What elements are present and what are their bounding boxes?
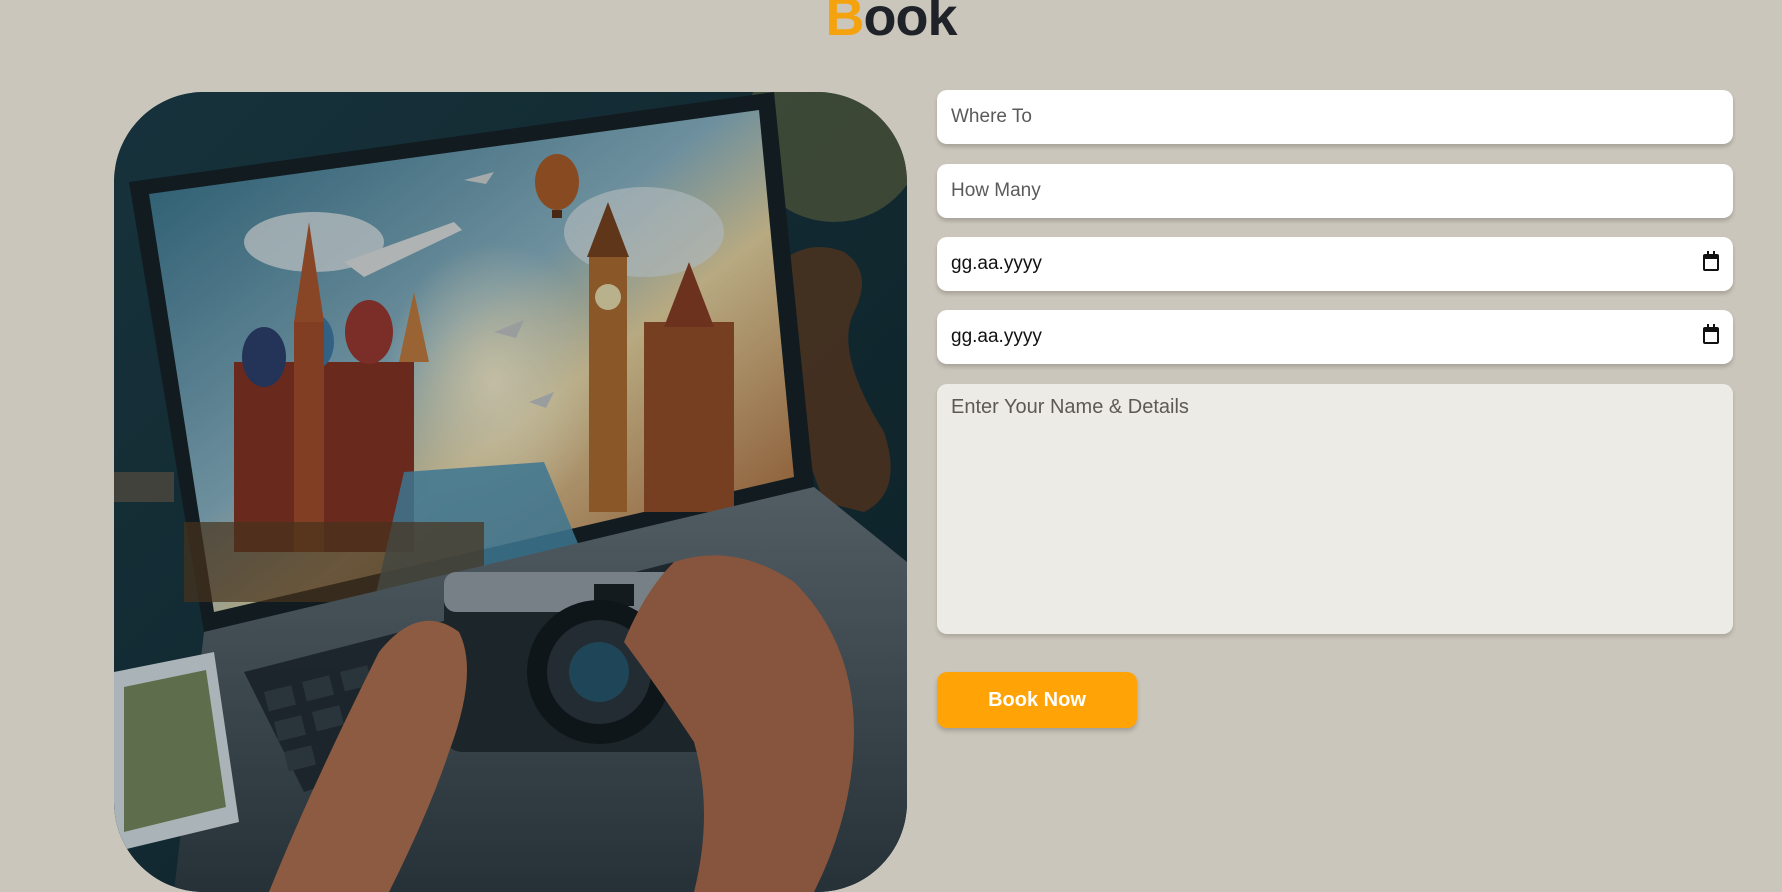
details-placeholder: Enter Your Name & Details [951,396,1189,418]
page-title-accent-letter: B [825,0,864,47]
arrival-date-input[interactable]: gg.aa.yyyy [937,237,1733,291]
arrival-date-value: gg.aa.yyyy [951,253,1042,274]
how-many-placeholder: How Many [951,180,1041,201]
calendar-icon[interactable] [1703,324,1719,344]
calendar-icon[interactable] [1703,251,1719,271]
page-title-rest: ook [863,0,957,47]
details-textarea[interactable]: Enter Your Name & Details [937,384,1733,634]
how-many-input[interactable]: How Many [937,164,1733,218]
where-to-input[interactable]: Where To [937,90,1733,144]
book-now-button[interactable]: Book Now [937,672,1137,728]
travel-photo [114,92,907,892]
page-title: Book [0,0,1782,48]
leaving-date-value: gg.aa.yyyy [951,326,1042,347]
leaving-date-input[interactable]: gg.aa.yyyy [937,310,1733,364]
where-to-placeholder: Where To [951,106,1032,127]
